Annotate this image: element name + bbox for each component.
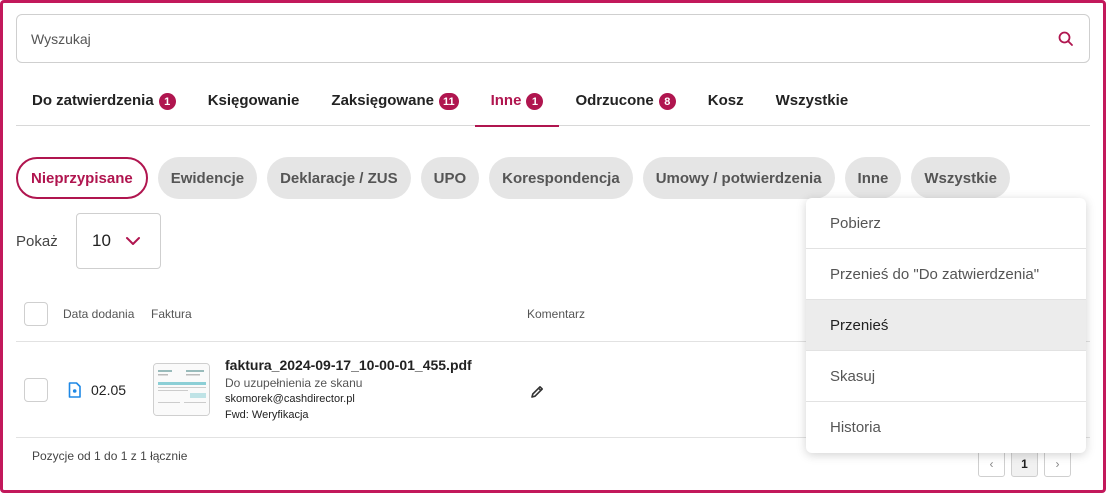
next-page-button[interactable]: › bbox=[1044, 450, 1071, 477]
tab-label: Zaksięgowane bbox=[331, 92, 434, 109]
tab-do-zatwierdzenia[interactable]: Do zatwierdzenia 1 bbox=[16, 86, 192, 126]
tab-label: Do zatwierdzenia bbox=[32, 92, 154, 109]
chip-ewidencje[interactable]: Ewidencje bbox=[157, 157, 258, 199]
tab-inne[interactable]: Inne 1 bbox=[474, 86, 560, 127]
tab-kosz[interactable]: Kosz bbox=[692, 86, 760, 126]
status-tabs: Do zatwierdzenia 1 Księgowanie Zaksięgow… bbox=[16, 86, 1090, 127]
column-header-invoice: Faktura bbox=[151, 307, 192, 321]
sender-email: skomorek@cashdirector.pl bbox=[225, 393, 355, 405]
invoice-preview-image bbox=[154, 364, 209, 415]
chip-nieprzypisane[interactable]: Nieprzypisane bbox=[16, 157, 148, 199]
tab-zaksiegowane[interactable]: Zaksięgowane 11 bbox=[315, 86, 474, 126]
menu-item-move-to-approval[interactable]: Przenieś do "Do zatwierdzenia" bbox=[806, 249, 1086, 300]
tab-wszystkie[interactable]: Wszystkie bbox=[760, 86, 865, 126]
category-filter-chips: Nieprzypisane Ewidencje Deklaracje / ZUS… bbox=[16, 157, 1010, 199]
count-badge: 1 bbox=[526, 93, 544, 110]
date-added: 02.05 bbox=[91, 382, 127, 398]
invoice-thumbnail[interactable] bbox=[153, 363, 210, 416]
tab-label: Odrzucone bbox=[575, 92, 654, 109]
chip-inne[interactable]: Inne bbox=[844, 157, 902, 199]
tab-ksiegowanie[interactable]: Księgowanie bbox=[192, 86, 316, 126]
chip-wszystkie[interactable]: Wszystkie bbox=[911, 157, 1010, 199]
page-1-button[interactable]: 1 bbox=[1011, 450, 1038, 477]
tab-label: Księgowanie bbox=[207, 92, 300, 109]
select-all-checkbox[interactable] bbox=[24, 302, 48, 326]
row-checkbox[interactable] bbox=[24, 378, 48, 402]
invoice-note: Do uzupełnienia ze skanu bbox=[225, 376, 363, 390]
count-badge: 1 bbox=[158, 93, 176, 110]
email-subject: Fwd: Weryfikacja bbox=[225, 409, 309, 421]
page-size-value: 10 bbox=[92, 231, 111, 250]
pagination-summary: Pozycje od 1 do 1 z 1 łącznie bbox=[32, 449, 188, 463]
tab-label: Wszystkie bbox=[775, 92, 849, 109]
count-badge: 11 bbox=[438, 93, 459, 110]
menu-item-historia[interactable]: Historia bbox=[806, 402, 1086, 453]
page-size-label: Pokaż bbox=[16, 233, 58, 250]
chevron-down-icon bbox=[125, 237, 140, 245]
row-actions-menu: Pobierz Przenieś do "Do zatwierdzenia" P… bbox=[806, 198, 1086, 453]
chip-upo[interactable]: UPO bbox=[420, 157, 480, 199]
chip-deklaracje-zus[interactable]: Deklaracje / ZUS bbox=[267, 157, 411, 199]
pencil-icon[interactable] bbox=[529, 384, 545, 400]
tab-label: Kosz bbox=[707, 92, 744, 109]
tab-label: Inne bbox=[490, 92, 522, 109]
prev-page-button[interactable]: ‹ bbox=[978, 450, 1005, 477]
column-header-date: Data dodania bbox=[63, 307, 135, 321]
menu-item-przenies[interactable]: Przenieś bbox=[806, 300, 1086, 351]
search-input[interactable]: Wyszukaj bbox=[16, 14, 1090, 63]
pagination: ‹ 1 › bbox=[978, 450, 1071, 477]
invoice-filename[interactable]: faktura_2024-09-17_10-00-01_455.pdf bbox=[225, 357, 472, 373]
page-size-select[interactable]: 10 bbox=[76, 213, 161, 269]
chip-korespondencja[interactable]: Korespondencja bbox=[489, 157, 633, 199]
menu-item-skasuj[interactable]: Skasuj bbox=[806, 351, 1086, 402]
document-icon bbox=[68, 382, 81, 398]
tab-odrzucone[interactable]: Odrzucone 8 bbox=[559, 86, 691, 126]
menu-item-pobierz[interactable]: Pobierz bbox=[806, 198, 1086, 249]
chip-umowy-potwierdzenia[interactable]: Umowy / potwierdzenia bbox=[642, 157, 835, 199]
count-badge: 8 bbox=[658, 93, 676, 110]
column-header-comment: Komentarz bbox=[527, 307, 586, 321]
search-icon[interactable] bbox=[1057, 30, 1075, 48]
search-placeholder: Wyszukaj bbox=[31, 30, 91, 47]
